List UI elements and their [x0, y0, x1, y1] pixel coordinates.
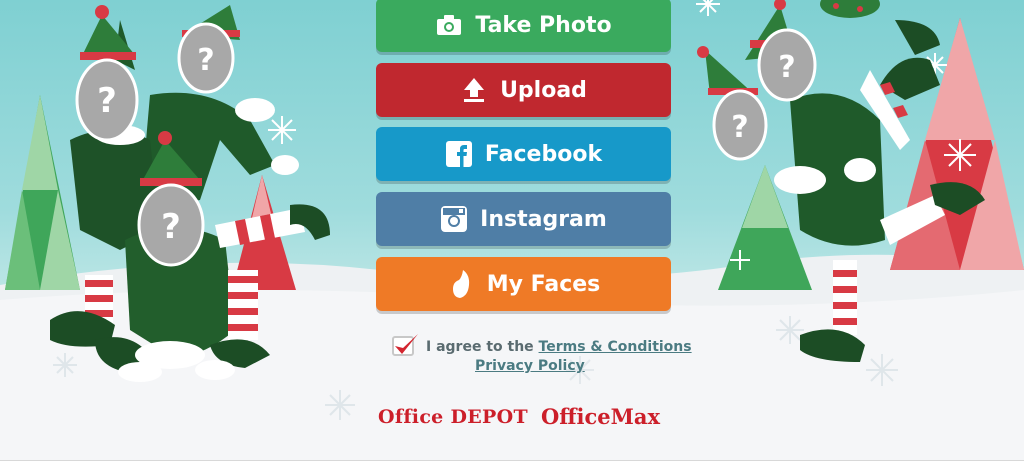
agree-text: I agree to the Terms & Conditions [426, 339, 692, 355]
face-silhouette-icon [447, 270, 475, 298]
my-faces-label: My Faces [486, 271, 601, 297]
upload-button[interactable]: Upload [376, 63, 671, 117]
facebook-button[interactable]: Facebook [376, 127, 671, 181]
upload-arrow-icon [460, 76, 488, 104]
take-photo-button[interactable]: Take Photo [376, 0, 671, 52]
svg-text:?: ? [731, 110, 748, 145]
my-faces-button[interactable]: My Faces [376, 257, 671, 311]
wreath-decoration [820, 0, 880, 18]
tree-left-green [5, 95, 80, 290]
svg-text:?: ? [197, 43, 214, 78]
brand-logos: Office DEPOT OfficeMax [378, 404, 678, 434]
svg-text:?: ? [778, 50, 795, 85]
instagram-icon [440, 205, 468, 233]
officemax-logo: OfficeMax [541, 404, 661, 429]
privacy-policy-link[interactable]: Privacy Policy [475, 358, 585, 374]
office-depot-logo: Office DEPOT [378, 406, 528, 428]
checkmark-icon [395, 334, 418, 354]
svg-text:?: ? [161, 207, 181, 247]
take-photo-label: Take Photo [475, 12, 612, 38]
agree-prefix: I agree to the [426, 339, 534, 355]
bottom-border [0, 460, 1024, 468]
instagram-label: Instagram [480, 206, 607, 232]
svg-text:?: ? [97, 81, 117, 121]
camera-icon [435, 11, 463, 39]
facebook-icon [445, 140, 473, 168]
agree-checkbox[interactable] [392, 334, 418, 356]
upload-label: Upload [500, 77, 587, 103]
facebook-label: Facebook [484, 141, 603, 167]
agreement-section: I agree to the Terms & Conditions Privac… [392, 334, 692, 378]
terms-link[interactable]: Terms & Conditions [539, 339, 692, 355]
instagram-button[interactable]: Instagram [376, 192, 671, 246]
